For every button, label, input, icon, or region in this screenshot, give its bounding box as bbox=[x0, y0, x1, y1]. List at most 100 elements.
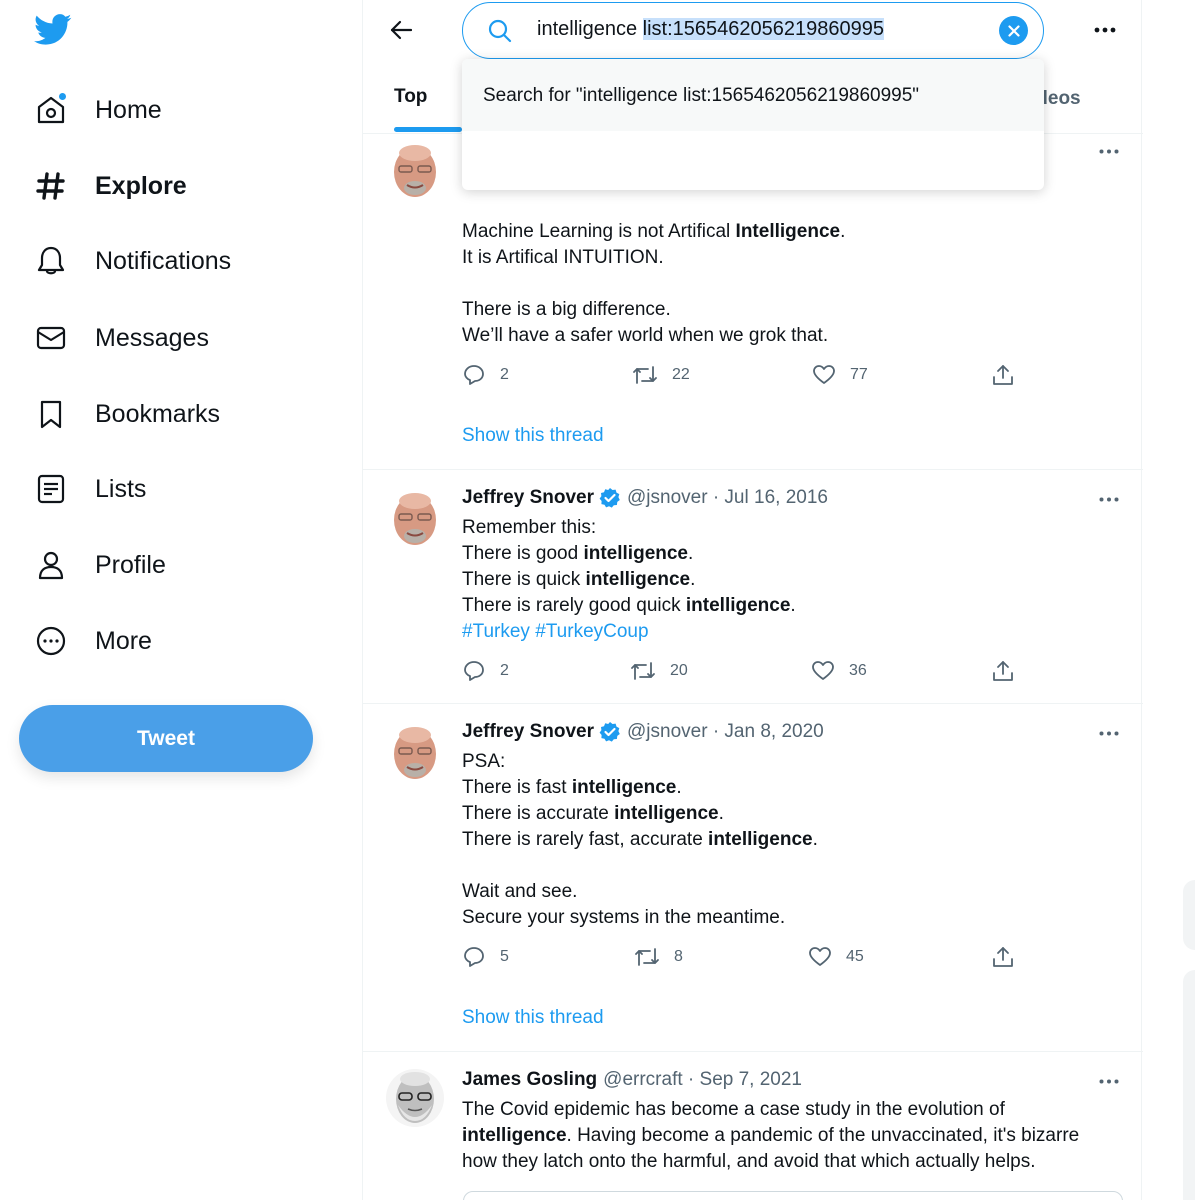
highlighted-keyword: intelligence bbox=[685, 595, 791, 616]
author-handle-date[interactable]: @jsnover · Jul 16, 2016 bbox=[627, 487, 828, 509]
right-panel-edge bbox=[1183, 880, 1195, 950]
tweet-text-segment: how they latch onto the harmful, and avo… bbox=[462, 1151, 1036, 1172]
tab-top[interactable]: Top bbox=[394, 86, 427, 108]
tweet-line: It is Artifical INTUITION. bbox=[462, 245, 1122, 271]
back-arrow-icon[interactable] bbox=[383, 14, 419, 46]
tweet-line: Machine Learning is not Artifical Intell… bbox=[462, 219, 1122, 245]
tweet[interactable]: James Gosling @errcraft · Sep 7, 2021 Th… bbox=[363, 1052, 1143, 1200]
close-icon bbox=[1007, 24, 1020, 37]
search-icon bbox=[487, 18, 513, 49]
search-query-text: intelligence bbox=[537, 18, 643, 40]
retweet-count: 8 bbox=[674, 948, 683, 965]
tweet-header: Jeffrey Snover @jsnover · Jan 8, 2020 bbox=[462, 721, 824, 743]
retweet-button[interactable]: 22 bbox=[632, 363, 690, 387]
like-button[interactable]: 77 bbox=[812, 363, 868, 387]
tweet-text-segment: There is rarely fast, accurate bbox=[462, 829, 709, 850]
reply-button[interactable]: 2 bbox=[462, 659, 509, 683]
tweet-text-segment: There is fast bbox=[462, 777, 572, 798]
tweet-more-icon[interactable] bbox=[1091, 141, 1127, 161]
like-button[interactable]: 45 bbox=[808, 945, 864, 969]
tweet-text-segment: . bbox=[718, 803, 724, 824]
twitter-bird-icon[interactable] bbox=[34, 14, 74, 50]
share-button[interactable] bbox=[991, 363, 1015, 387]
james-gosling-avatar[interactable] bbox=[386, 1069, 444, 1127]
heart-icon bbox=[813, 365, 835, 384]
sidebar-item-label: Lists bbox=[95, 474, 147, 503]
quoted-tweet-card[interactable] bbox=[463, 1191, 1123, 1200]
tweet-text-segment: . bbox=[688, 543, 694, 564]
list-icon bbox=[34, 472, 68, 506]
tweet-text-segment: We’ll have a safer world when we grok th… bbox=[462, 325, 829, 346]
tweet-line: how they latch onto the harmful, and avo… bbox=[462, 1149, 1122, 1175]
tweet-text-segment: The Covid epidemic has become a case stu… bbox=[462, 1099, 1005, 1120]
author-handle-date[interactable]: @errcraft · Sep 7, 2021 bbox=[603, 1069, 802, 1091]
heart-icon bbox=[809, 947, 831, 966]
sidebar-item-messages[interactable]: Messages bbox=[34, 313, 209, 363]
jeffrey-snover-avatar[interactable] bbox=[386, 723, 444, 781]
like-button[interactable]: 36 bbox=[811, 659, 867, 683]
sidebar-item-label: Messages bbox=[95, 323, 209, 352]
sidebar: Home Explore Notifications Messages Book… bbox=[0, 0, 362, 1200]
sidebar-item-explore[interactable]: Explore bbox=[34, 161, 187, 211]
reply-button[interactable]: 2 bbox=[462, 363, 509, 387]
sidebar-item-lists[interactable]: Lists bbox=[34, 464, 146, 514]
clear-search-button[interactable] bbox=[999, 16, 1028, 45]
sidebar-item-profile[interactable]: Profile bbox=[34, 540, 166, 590]
tweet-button[interactable]: Tweet bbox=[19, 705, 313, 772]
retweet-icon bbox=[635, 948, 659, 966]
tweet-more-icon[interactable] bbox=[1091, 1071, 1127, 1091]
author-name[interactable]: Jeffrey Snover bbox=[462, 721, 594, 743]
retweet-button[interactable]: 8 bbox=[634, 945, 683, 969]
tweet[interactable]: Jeffrey Snover @jsnover · Jul 16, 2016 R… bbox=[363, 470, 1143, 704]
retweet-button[interactable]: 20 bbox=[630, 659, 688, 683]
show-thread-link[interactable]: Show this thread bbox=[462, 425, 604, 447]
sidebar-item-label: Profile bbox=[95, 550, 166, 579]
hashtag-link[interactable]: #Turkey bbox=[462, 621, 530, 642]
main-column: intelligence list:1565462056219860995 To… bbox=[362, 0, 1143, 1200]
like-count: 36 bbox=[849, 662, 867, 679]
show-thread-link[interactable]: Show this thread bbox=[462, 1007, 604, 1029]
tweet-text-segment: . bbox=[676, 777, 682, 798]
more-circle-icon bbox=[34, 624, 68, 658]
author-handle-date[interactable]: @jsnover · Jan 8, 2020 bbox=[627, 721, 824, 743]
highlighted-keyword: intelligence bbox=[571, 777, 677, 798]
reply-button[interactable]: 5 bbox=[462, 945, 509, 969]
reply-count: 2 bbox=[500, 366, 509, 383]
sidebar-item-notifications[interactable]: Notifications bbox=[34, 236, 231, 286]
tweet-text-segment: . bbox=[812, 829, 818, 850]
reply-icon bbox=[464, 365, 484, 385]
share-button[interactable] bbox=[991, 945, 1015, 969]
reply-count: 2 bbox=[500, 662, 509, 679]
author-name[interactable]: James Gosling bbox=[462, 1069, 597, 1091]
jeffrey-snover-avatar[interactable] bbox=[386, 489, 444, 547]
sidebar-item-bookmarks[interactable]: Bookmarks bbox=[34, 389, 220, 439]
tweet-text-segment: . bbox=[690, 569, 696, 590]
reply-icon bbox=[464, 947, 484, 967]
hashtag-link[interactable]: #TurkeyCoup bbox=[535, 621, 648, 642]
tweet-text-segment: There is accurate bbox=[462, 803, 615, 824]
jeffrey-snover-avatar[interactable] bbox=[386, 141, 444, 199]
bell-icon bbox=[34, 244, 68, 278]
search-box[interactable]: intelligence list:1565462056219860995 bbox=[462, 2, 1044, 59]
share-button[interactable] bbox=[991, 659, 1015, 683]
tweet-actions: 2 22 77 bbox=[462, 363, 1022, 393]
tweet-line: There is a big difference. bbox=[462, 297, 1122, 323]
share-icon bbox=[993, 365, 1013, 385]
sidebar-item-more[interactable]: More bbox=[34, 616, 152, 666]
search-input[interactable]: intelligence list:1565462056219860995 bbox=[537, 18, 884, 41]
share-icon bbox=[993, 947, 1013, 967]
tweet-more-icon[interactable] bbox=[1091, 723, 1127, 743]
sidebar-item-home[interactable]: Home bbox=[34, 85, 162, 135]
tweet-more-icon[interactable] bbox=[1091, 489, 1127, 509]
tweet[interactable]: Jeffrey Snover @jsnover · Jan 8, 2020 PS… bbox=[363, 704, 1143, 1052]
home-icon bbox=[34, 92, 68, 127]
tweet-text: Remember this: There is good intelligence… bbox=[462, 515, 1122, 645]
tweet-line: There is good intelligence. bbox=[462, 541, 1122, 567]
search-suggestion-item[interactable]: Search for "intelligence list:1565462056… bbox=[462, 59, 1044, 131]
tweet-text-segment: There is quick bbox=[462, 569, 586, 590]
reply-count: 5 bbox=[500, 948, 509, 965]
more-options-icon[interactable] bbox=[1087, 16, 1123, 44]
author-name[interactable]: Jeffrey Snover bbox=[462, 487, 594, 509]
search-suggestions-dropdown: Search for "intelligence list:1565462056… bbox=[462, 59, 1044, 190]
